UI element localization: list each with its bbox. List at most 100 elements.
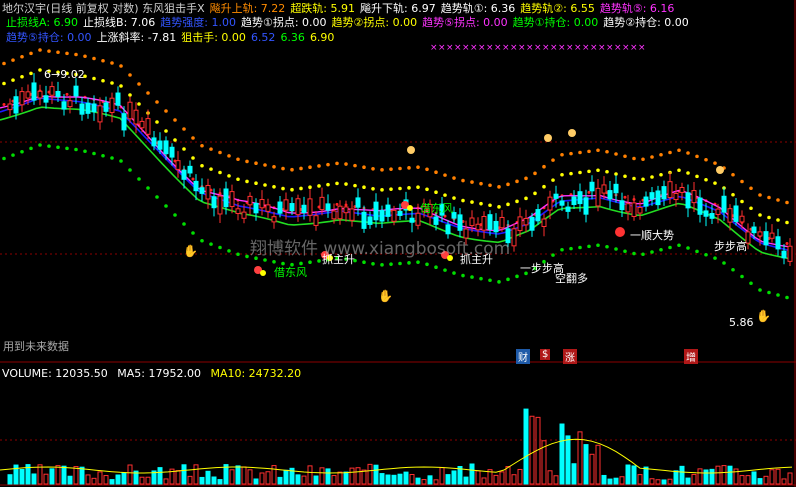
signal-ball-icon	[260, 270, 266, 276]
marker-x-icon: ×	[526, 43, 534, 53]
signal-zhua-zhu-sheng-1: 抓主升	[322, 253, 355, 266]
volume-bar	[769, 469, 775, 485]
volume-bar	[697, 468, 703, 485]
lower-band-dot	[488, 278, 492, 283]
volume-bar	[523, 408, 529, 485]
upper-band-dot	[20, 54, 24, 59]
candle-body	[757, 231, 763, 237]
lower-band-dot	[776, 293, 780, 297]
volume-bar	[247, 469, 253, 485]
mid-band-dot	[758, 213, 762, 217]
candle-body	[559, 200, 565, 206]
candle-body	[373, 201, 379, 221]
candle-body	[349, 208, 355, 221]
candle-body	[343, 206, 349, 214]
candle-body	[499, 216, 505, 229]
upper-band-dot	[659, 152, 663, 157]
volume-bar	[325, 468, 331, 485]
indicator-row2-item: 趋势②拐点: 0.00	[331, 16, 418, 29]
volume-bar	[313, 475, 319, 485]
upper-band-dot	[506, 182, 510, 187]
lower-band-dot	[614, 247, 618, 251]
volume-bar	[19, 468, 25, 485]
signal-ball-icon	[407, 205, 413, 211]
mid-band-dot	[389, 187, 393, 191]
mid-band-dot	[605, 169, 609, 174]
volume-bar	[115, 474, 121, 485]
mid-band-dot	[470, 200, 474, 204]
volume-bar	[109, 479, 115, 485]
indicator-row1-item: 趋势轨①: 6.36	[440, 2, 516, 15]
mid-band-dot	[326, 182, 330, 187]
lower-band-dot	[416, 260, 420, 264]
mid-band-dot	[596, 168, 600, 173]
indicator-row1-item: 飚升下轨: 6.97	[360, 2, 436, 15]
mid-band-dot	[362, 185, 366, 189]
volume-bar	[763, 475, 769, 485]
lower-band-dot	[587, 244, 591, 249]
upper-band-dot	[380, 168, 384, 172]
lower-band-dot	[371, 261, 375, 266]
lower-band-dot	[155, 195, 159, 199]
volume-bar	[547, 470, 553, 485]
volume-bar	[373, 464, 379, 485]
upper-band-dot	[371, 166, 375, 171]
volume-bar	[37, 464, 43, 485]
volume-ma5: MA5: 17952.00	[117, 367, 201, 380]
candle-body	[643, 196, 649, 207]
volume-bar	[661, 479, 667, 485]
volume-bar	[787, 472, 793, 485]
candle-body	[85, 102, 91, 114]
stop-line-dot	[785, 242, 789, 245]
candle-body	[217, 195, 223, 215]
lower-band-dot	[677, 243, 681, 248]
volume-ma10: MA10: 24732.20	[210, 367, 302, 380]
lower-band-dot	[317, 259, 321, 263]
upper-band-dot	[668, 150, 672, 155]
volume-bar	[265, 471, 271, 485]
badge-cai[interactable]: 财	[516, 349, 530, 364]
upper-band-dot	[263, 163, 267, 167]
volume-value: VOLUME: 12035.50	[2, 367, 108, 380]
volume-bar	[163, 478, 169, 485]
candle-body	[319, 196, 325, 211]
mid-band-dot	[686, 171, 690, 175]
lower-band-dot	[659, 247, 663, 252]
badge-zhang[interactable]: 涨	[563, 349, 577, 364]
upper-band-dot	[119, 64, 123, 68]
upper-band-dot	[281, 166, 285, 171]
candle-body	[367, 216, 373, 225]
volume-bar	[187, 475, 193, 485]
badge-zeng[interactable]: 增	[684, 349, 698, 364]
volume-bar	[139, 476, 145, 485]
upper-band-dot	[308, 165, 312, 169]
lower-band-dot	[236, 252, 240, 257]
badge-dollar[interactable]: $	[540, 349, 551, 360]
upper-band-dot	[632, 156, 636, 161]
hand-icon: ✋	[756, 309, 771, 323]
candle-body	[481, 215, 487, 231]
lower-band-dot	[227, 249, 231, 253]
candle-body	[7, 103, 13, 111]
indicator-row3-item: 6.90	[309, 31, 335, 44]
mid-band-dot	[398, 186, 402, 191]
mid-band-dot	[533, 191, 537, 196]
signal-bu-bu-gao-2: 步步高	[714, 240, 747, 253]
lower-band-dot	[749, 281, 753, 286]
mid-band-dot	[506, 202, 510, 207]
candle-body	[571, 196, 577, 205]
volume-bar	[271, 465, 277, 485]
upper-band-dot	[416, 165, 420, 169]
upper-band-dot	[461, 178, 465, 183]
lower-band-dot	[74, 147, 78, 152]
marker-x-icon: ×	[454, 43, 462, 53]
volume-bar	[685, 477, 691, 485]
indicator-row1-item: 趋势轨⑤: 6.16	[599, 2, 675, 15]
volume-bar	[337, 471, 343, 485]
marker-x-icon: ×	[446, 43, 454, 53]
candle-body	[595, 187, 601, 207]
volume-bar	[259, 472, 265, 485]
mid-band-dot	[524, 196, 528, 201]
volume-bar	[715, 465, 721, 485]
upper-band-dot	[317, 164, 321, 168]
